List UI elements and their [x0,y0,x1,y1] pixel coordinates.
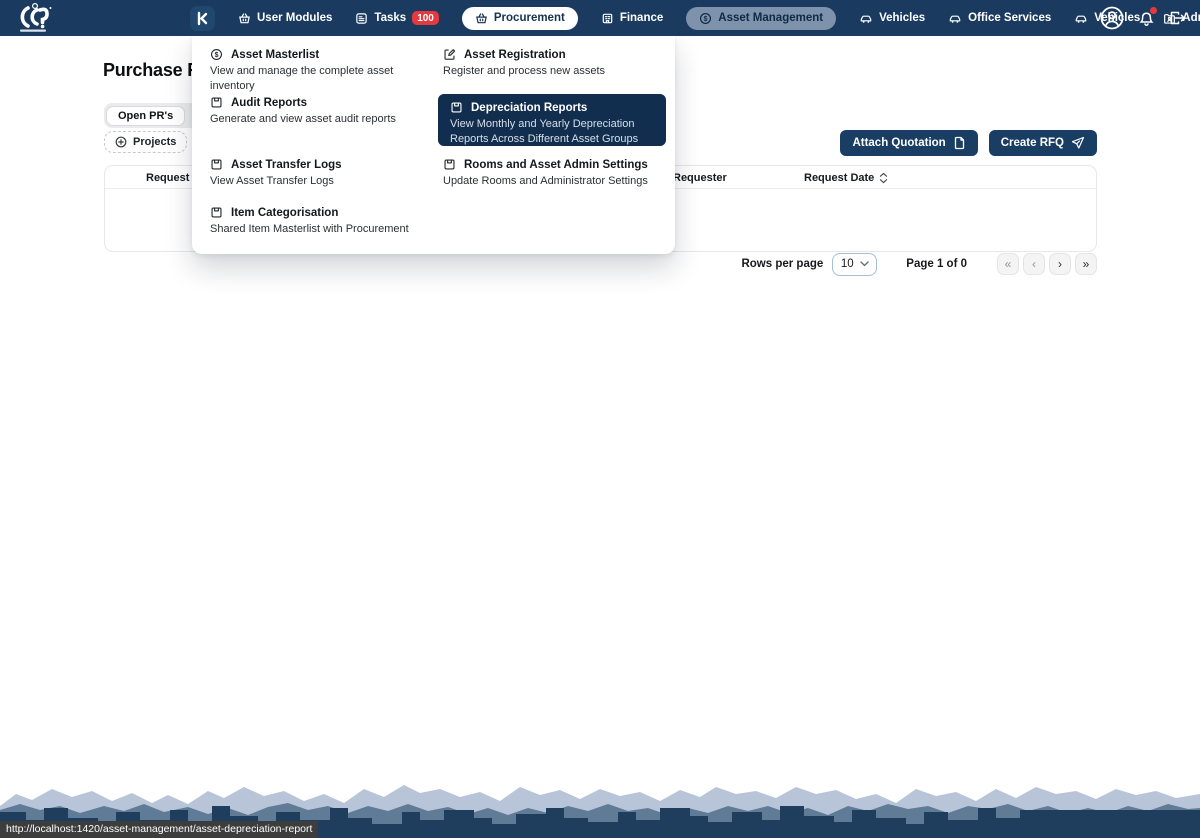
pager-buttons: « ‹ › » [997,253,1097,275]
nav-item-office-services[interactable]: Office Services [948,12,1051,25]
nav-item-user-modules[interactable]: User Modules [238,12,332,25]
nav-item-tasks[interactable]: Tasks 100 [355,11,438,25]
rows-per-page-select[interactable]: 10 [832,253,877,276]
app-window: User Modules Tasks 100 Procurement Finan… [0,0,1200,838]
nav-item-label: Procurement [494,12,565,24]
menu-item-audit-reports[interactable]: Audit Reports Generate and view asset au… [210,96,425,127]
file-icon [953,136,966,150]
report-icon [450,101,463,114]
column-requester[interactable]: Requester [673,166,727,189]
create-rfq-label: Create RFQ [1001,137,1064,149]
tab-open-prs[interactable]: Open PR's [106,106,185,126]
kkp-logo[interactable] [14,3,56,38]
menu-item-asset-masterlist[interactable]: $ Asset Masterlist View and manage the c… [210,48,425,94]
nav-item-label: Office Services [968,12,1051,24]
sort-icon[interactable] [879,172,888,184]
logout-icon[interactable] [1168,9,1186,27]
pagination-bar: Rows per page 10 Page 1 of 0 « ‹ › » [741,252,1097,276]
app-k-icon[interactable] [190,6,215,31]
status-bar-url: http://localhost:1420/asset-management/a… [0,821,318,838]
menu-item-rooms-asset-admin-settings[interactable]: Rooms and Asset Admin Settings Update Ro… [443,158,663,189]
car-icon [1074,12,1088,25]
nav-right-icons [1099,0,1186,36]
top-navbar: User Modules Tasks 100 Procurement Finan… [0,0,1200,36]
bank-icon [601,12,614,25]
svg-text:$: $ [215,52,219,59]
nav-item-label: User Modules [257,12,332,24]
report-icon [210,206,223,219]
dollar-circle-icon: $ [210,48,223,61]
menu-item-item-categorisation[interactable]: Item Categorisation Shared Item Masterli… [210,206,430,237]
create-rfq-button[interactable]: Create RFQ [989,130,1097,156]
attach-quotation-label: Attach Quotation [852,137,945,149]
nav-item-label: Tasks [374,12,406,24]
rows-per-page-value: 10 [841,258,854,270]
menu-item-depreciation-reports[interactable]: Depreciation Reports View Monthly and Ye… [438,94,666,146]
prev-page-button[interactable]: ‹ [1023,253,1045,275]
svg-text:$: $ [704,15,708,22]
action-buttons: Attach Quotation Create RFQ [840,130,1097,156]
asset-management-dropdown: $ Asset Masterlist View and manage the c… [192,36,675,254]
tasks-icon [355,12,368,25]
plus-circle-icon [115,136,127,148]
projects-filter-button[interactable]: Projects [104,131,187,153]
rows-per-page-label: Rows per page [741,258,823,270]
menu-item-asset-transfer-logs[interactable]: Asset Transfer Logs View Asset Transfer … [210,158,425,189]
last-page-button[interactable]: » [1075,253,1097,275]
avatar-icon[interactable] [1099,5,1125,31]
next-page-button[interactable]: › [1049,253,1071,275]
menu-item-asset-registration[interactable]: Asset Registration Register and process … [443,48,658,79]
column-request-date[interactable]: Request Date [804,166,888,189]
nav-item-procurement[interactable]: Procurement [462,7,578,30]
car-icon [859,12,873,25]
first-page-button[interactable]: « [997,253,1019,275]
filter-label: Projects [133,136,176,148]
chevron-down-icon [860,261,869,267]
report-icon [443,158,456,171]
report-icon [210,158,223,171]
nav-items: User Modules Tasks 100 Procurement Finan… [190,0,1200,36]
nav-item-asset-management[interactable]: $ Asset Management [686,7,836,30]
send-icon [1071,136,1085,150]
page-info: Page 1 of 0 [906,258,967,270]
basket-icon [475,12,488,25]
nav-item-label: Asset Management [718,12,823,24]
report-icon [210,96,223,109]
nav-item-label: Finance [620,12,663,24]
nav-item-label: Vehicles [879,12,925,24]
tasks-count-badge: 100 [412,11,439,25]
nav-item-vehicles-1[interactable]: Vehicles [859,12,925,25]
attach-quotation-button[interactable]: Attach Quotation [840,130,977,156]
car-icon [948,12,962,25]
notifications-bell-icon[interactable] [1138,9,1155,27]
notification-dot [1150,7,1157,14]
basket-icon [238,12,251,25]
dollar-circle-icon: $ [699,12,712,25]
doc-edit-icon [443,48,456,61]
nav-item-finance[interactable]: Finance [601,12,663,25]
